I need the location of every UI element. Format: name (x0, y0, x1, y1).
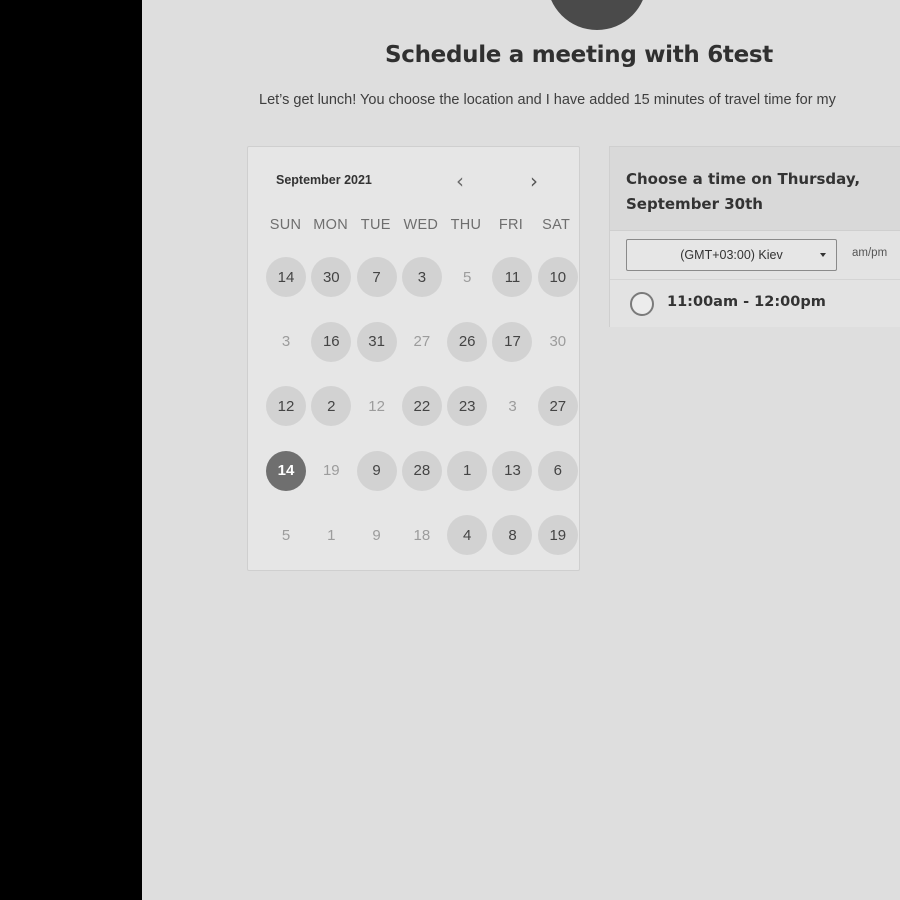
page-title: Schedule a meeting with 6test (384, 42, 773, 68)
weekday-label: SUN (269, 217, 302, 233)
previous-month-icon[interactable]: ‹ (449, 169, 471, 193)
weekday-label: THU (450, 217, 482, 233)
calendar-day-unavailable: 19 (322, 462, 340, 479)
caret-down-icon (820, 253, 826, 257)
calendar-day-unavailable: 27 (413, 333, 431, 350)
scheduling-page: Schedule a meeting with 6test Let’s get … (142, 0, 900, 900)
day-grid: 14 30 7 3 5 11 10 3 16 31 27 26 17 30 12 2 12 22 23 3 27 14 19… (266, 257, 584, 580)
calendar-day-available[interactable]: 11 (492, 257, 533, 297)
timezone-value: (GMT+03:00) Kiev (680, 248, 783, 262)
calendar-day-available[interactable]: 2 (311, 386, 352, 426)
month-label: September 2021 (276, 173, 372, 187)
calendar-day-available[interactable]: 31 (356, 321, 397, 362)
weekday-header: SUN MON TUE WED THU FRI SAT (263, 217, 579, 233)
timezone-row: (GMT+03:00) Kiev am/pm (610, 231, 900, 279)
calendar-day-available[interactable]: 22 (401, 386, 442, 426)
calendar-day-available[interactable]: 4 (447, 515, 488, 555)
calendar-day-available[interactable]: 12 (266, 386, 306, 426)
weekday-label: FRI (498, 217, 524, 233)
time-slot-panel: Choose a time on Thursday, September 30t… (609, 146, 900, 327)
next-month-icon[interactable]: › (523, 169, 545, 193)
weekday-label: WED (403, 217, 439, 233)
timezone-select[interactable]: (GMT+03:00) Kiev (626, 239, 837, 271)
calendar-day-available[interactable]: 13 (492, 450, 533, 491)
calendar-day-available[interactable]: 19 (537, 515, 578, 555)
calendar-day-available[interactable]: 1 (447, 450, 488, 491)
weekday-label: MON (313, 217, 348, 233)
left-black-bar (0, 0, 142, 900)
time-panel-heading: Choose a time on Thursday, September 30t… (610, 147, 900, 231)
radio-icon[interactable] (630, 292, 654, 316)
calendar-day-available[interactable]: 8 (492, 515, 533, 555)
calendar-week-row: 5 1 9 18 4 8 19 (266, 515, 584, 580)
calendar-day-selected[interactable]: 14 (266, 450, 306, 491)
calendar-day-available[interactable]: 28 (401, 450, 442, 491)
time-slot-label: 11:00am - 12:00pm (667, 294, 826, 310)
calendar-day-available[interactable]: 7 (356, 257, 397, 297)
calendar-day-available[interactable]: 14 (266, 257, 306, 297)
calendar-week-row: 14 19 9 28 1 13 6 (266, 450, 584, 516)
host-avatar (547, 0, 647, 30)
calendar-day-available[interactable]: 23 (447, 386, 488, 426)
calendar-day-unavailable: 18 (413, 526, 431, 544)
weekday-label: TUE (360, 217, 391, 233)
calendar-day-available[interactable]: 30 (311, 257, 352, 297)
calendar-day-available[interactable]: 10 (537, 257, 578, 297)
ampm-toggle[interactable]: am/pm (852, 247, 887, 259)
calendar-day-available[interactable]: 17 (492, 321, 533, 362)
calendar-day-unavailable: 12 (368, 397, 385, 415)
date-picker-calendar: September 2021 ‹ › SUN MON TUE WED THU F… (247, 146, 580, 571)
meeting-description: Let’s get lunch! You choose the location… (259, 92, 836, 108)
calendar-day-unavailable: 3 (508, 397, 517, 415)
calendar-day-available[interactable]: 27 (537, 386, 578, 426)
calendar-day-unavailable: 3 (281, 333, 291, 350)
time-slot-option[interactable]: 11:00am - 12:00pm (610, 279, 900, 327)
weekday-label: SAT (542, 217, 571, 233)
calendar-week-row: 3 16 31 27 26 17 30 (266, 321, 584, 387)
calendar-day-available[interactable]: 9 (356, 450, 397, 491)
calendar-day-unavailable: 5 (463, 268, 472, 286)
calendar-day-unavailable: 1 (327, 526, 336, 544)
calendar-day-unavailable: 30 (549, 333, 567, 350)
calendar-week-row: 12 2 12 22 23 3 27 (266, 386, 584, 451)
calendar-day-available[interactable]: 3 (401, 257, 442, 297)
calendar-day-unavailable: 9 (372, 526, 381, 544)
calendar-day-available[interactable]: 6 (537, 450, 578, 491)
calendar-day-unavailable: 5 (281, 526, 291, 544)
calendar-day-available[interactable]: 26 (447, 321, 488, 362)
calendar-day-available[interactable]: 16 (311, 321, 352, 362)
calendar-week-row: 14 30 7 3 5 11 10 (266, 257, 584, 322)
